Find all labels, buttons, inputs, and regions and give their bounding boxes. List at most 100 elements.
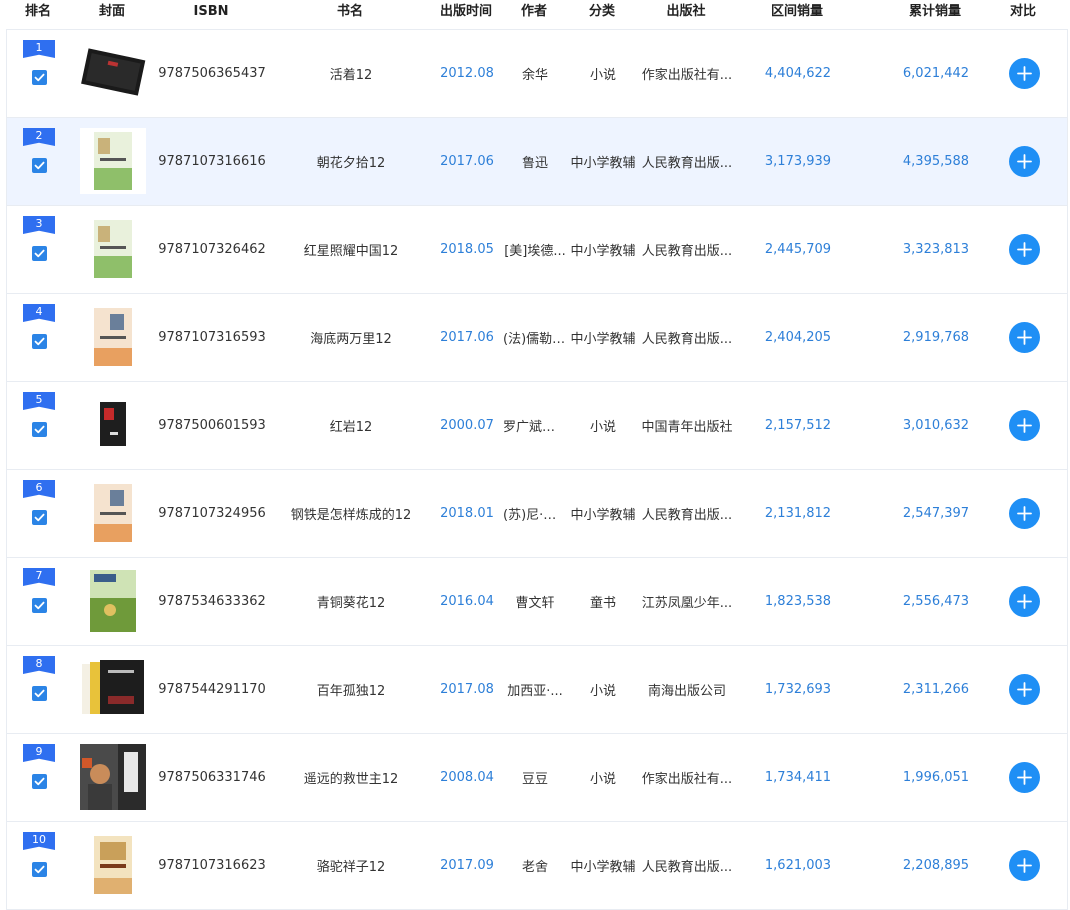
plus-icon [1017, 594, 1032, 609]
compare-add-button[interactable] [1009, 410, 1040, 441]
cell-total-sales[interactable]: 2,556,473 [881, 558, 991, 645]
cell-period-sales[interactable]: 4,404,622 [747, 30, 849, 117]
cell-date[interactable]: 2008.04 [432, 734, 502, 821]
row-checkbox[interactable] [32, 862, 47, 877]
cell-title[interactable]: 红星照耀中国12 [279, 206, 423, 293]
cell-title[interactable]: 红岩12 [279, 382, 423, 469]
row-checkbox[interactable] [32, 598, 47, 613]
cell-total-sales[interactable]: 2,208,895 [881, 822, 991, 909]
cell-author: 罗广斌，... [503, 382, 567, 469]
cell-date[interactable]: 2016.04 [432, 558, 502, 645]
cell-author-text: 鲁迅 [521, 156, 548, 171]
cell-date[interactable]: 2017.08 [432, 646, 502, 733]
cell-date[interactable]: 2018.05 [432, 206, 502, 293]
cell-period-sales[interactable]: 2,157,512 [747, 382, 849, 469]
cell-total-sales[interactable]: 6,021,442 [881, 30, 991, 117]
cell-period-sales-text: 2,404,205 [764, 330, 832, 345]
cell-date[interactable]: 2012.08 [432, 30, 502, 117]
rank-badge: 10 [23, 832, 55, 850]
book-cover-image[interactable] [80, 216, 146, 282]
cell-period-sales[interactable]: 2,445,709 [747, 206, 849, 293]
cell-total-sales[interactable]: 2,919,768 [881, 294, 991, 381]
cell-period-sales[interactable]: 1,732,693 [747, 646, 849, 733]
compare-add-button[interactable] [1009, 586, 1040, 617]
cell-title[interactable]: 朝花夕拾12 [279, 118, 423, 205]
book-cover-image[interactable] [80, 568, 146, 634]
cell-title[interactable]: 活着12 [279, 30, 423, 117]
cell-title[interactable]: 海底两万里12 [279, 294, 423, 381]
cell-period-sales[interactable]: 2,404,205 [747, 294, 849, 381]
row-checkbox[interactable] [32, 246, 47, 261]
book-cover-image[interactable] [80, 128, 146, 194]
row-checkbox[interactable] [32, 774, 47, 789]
cell-period-sales-text: 1,732,693 [764, 682, 832, 697]
cell-period-sales[interactable]: 1,823,538 [747, 558, 849, 645]
cell-total-sales[interactable]: 1,996,051 [881, 734, 991, 821]
rank-badge: 9 [23, 744, 55, 762]
cell-date[interactable]: 2018.01 [432, 470, 502, 557]
cell-period-sales[interactable]: 2,131,812 [747, 470, 849, 557]
compare-add-button[interactable] [1009, 234, 1040, 265]
cell-total-sales[interactable]: 3,323,813 [881, 206, 991, 293]
compare-add-button[interactable] [1009, 498, 1040, 529]
compare-add-button[interactable] [1009, 762, 1040, 793]
table-row[interactable]: 10 9787107316623 骆驼祥子12 2017.09 老舍 中小学教辅 人民教育出… [6, 822, 1068, 910]
cell-category-text: 中小学教辅 [570, 508, 636, 523]
book-cover-image[interactable] [80, 744, 146, 810]
book-cover-image[interactable] [80, 656, 146, 722]
table-row[interactable]: 3 9787107326462 红星照耀中国12 2018.05 [美]埃德... 中小学… [6, 206, 1068, 294]
cell-title[interactable]: 骆驼祥子12 [279, 822, 423, 909]
cell-title-text: 钢铁是怎样炼成的12 [290, 508, 412, 523]
cell-date[interactable]: 2017.09 [432, 822, 502, 909]
cell-isbn: 9787107316623 [157, 822, 267, 909]
book-cover-image[interactable] [80, 304, 146, 370]
cell-total-sales[interactable]: 3,010,632 [881, 382, 991, 469]
table-row[interactable]: 6 9787107324956 钢铁是怎样炼成的12 2018.01 (苏)尼·奥...… [6, 470, 1068, 558]
cell-date-text: 2017.09 [440, 858, 494, 873]
cell-author-text: 加西亚·... [507, 684, 563, 699]
cell-category: 中小学教辅 [569, 206, 637, 293]
table-row[interactable]: 9 9787506331746 遥远的救世主12 2008.04 豆豆 小说 作家出版社有.… [6, 734, 1068, 822]
cell-period-sales[interactable]: 1,734,411 [747, 734, 849, 821]
cell-title[interactable]: 青铜葵花12 [279, 558, 423, 645]
cell-publisher: 人民教育出版... [639, 118, 735, 205]
row-checkbox[interactable] [32, 70, 47, 85]
cell-period-sales[interactable]: 3,173,939 [747, 118, 849, 205]
table-row[interactable]: 2 9787107316616 朝花夕拾12 2017.06 鲁迅 中小学教辅 人民教育出版… [6, 118, 1068, 206]
cell-date[interactable]: 2017.06 [432, 118, 502, 205]
book-cover-image[interactable] [80, 392, 146, 458]
table-row[interactable]: 8 9787544291170 百年孤独12 2017.08 加西亚·... 小说 南海出版… [6, 646, 1068, 734]
book-cover-image[interactable] [80, 40, 146, 106]
table-row[interactable]: 4 9787107316593 海底两万里12 2017.06 (法)儒勒·... 中小学… [6, 294, 1068, 382]
book-cover-image[interactable] [80, 480, 146, 546]
table-row[interactable]: 1 9787506365437 活着12 2012.08 余华 小说 作家出版社有... 4,… [6, 30, 1068, 118]
table-row[interactable]: 7 9787534633362 青铜葵花12 2016.04 曹文轩 童书 江苏凤凰少年..… [6, 558, 1068, 646]
cell-isbn-text: 9787107316593 [158, 330, 266, 345]
compare-add-button[interactable] [1009, 58, 1040, 89]
cell-publisher: 中国青年出版社 [639, 382, 735, 469]
cell-date[interactable]: 2017.06 [432, 294, 502, 381]
compare-add-button[interactable] [1009, 674, 1040, 705]
table-row[interactable]: 5 9787500601593 红岩12 2000.07 罗广斌，... 小说 中国青年出版… [6, 382, 1068, 470]
row-checkbox[interactable] [32, 686, 47, 701]
book-cover-image[interactable] [80, 832, 146, 898]
cell-title[interactable]: 遥远的救世主12 [279, 734, 423, 821]
cell-total-sales[interactable]: 2,547,397 [881, 470, 991, 557]
row-checkbox[interactable] [32, 510, 47, 525]
cell-title[interactable]: 百年孤独12 [279, 646, 423, 733]
cell-total-sales[interactable]: 2,311,266 [881, 646, 991, 733]
row-checkbox[interactable] [32, 422, 47, 437]
header-total-sales: 累计销量 [908, 4, 961, 19]
row-checkbox[interactable] [32, 158, 47, 173]
compare-add-button[interactable] [1009, 146, 1040, 177]
cell-total-sales[interactable]: 4,395,588 [881, 118, 991, 205]
cell-date[interactable]: 2000.07 [432, 382, 502, 469]
row-checkbox[interactable] [32, 334, 47, 349]
compare-add-button[interactable] [1009, 850, 1040, 881]
rank-badge: 2 [23, 128, 55, 146]
cell-title[interactable]: 钢铁是怎样炼成的12 [279, 470, 423, 557]
cell-period-sales[interactable]: 1,621,003 [747, 822, 849, 909]
compare-add-button[interactable] [1009, 322, 1040, 353]
header-cover: 封面 [98, 4, 125, 19]
checkmark-icon [34, 865, 45, 874]
